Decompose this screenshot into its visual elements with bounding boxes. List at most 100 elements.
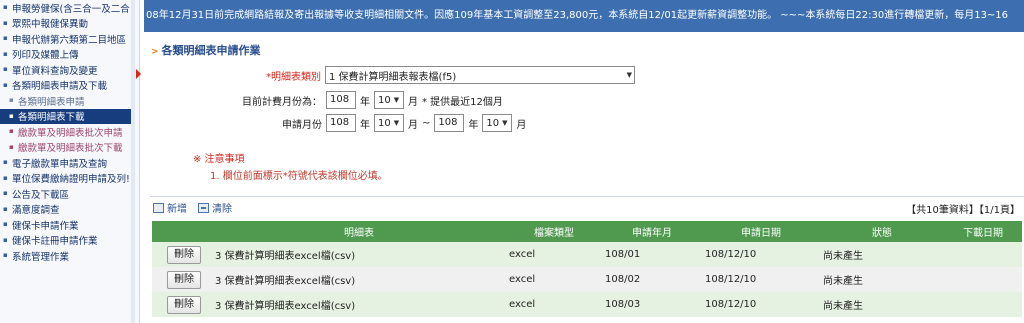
table-cell-status: 尚未產生 xyxy=(820,242,944,267)
sidebar-item-agency-report[interactable]: ▪ 申報代辦第六類第二目地區 xyxy=(0,31,139,47)
to-month-select[interactable]: 10 ▼ xyxy=(482,114,513,132)
range-tilde: ~ xyxy=(422,117,431,129)
sidebar-item-report-apply[interactable]: ▪ 各類明細表申請 xyxy=(0,93,139,109)
bullet-icon: ▪ xyxy=(9,142,14,151)
table-cell-file-type: excel xyxy=(506,292,602,317)
apply-month-row: 申請月份 108 年 10 ▼ 月 ~ 108 年 10 ▼ 月 xyxy=(232,114,526,132)
column-header-file-type: 檔案類型 xyxy=(506,221,602,242)
bullet-icon: ▪ xyxy=(3,158,8,167)
bullet-icon: ▪ xyxy=(3,34,8,43)
table-header-row: 明細表 檔案類型 申請年月 申請日期 狀態 下載日期 xyxy=(152,221,1022,242)
table-cell-action: 刪除 xyxy=(152,267,212,292)
sidebar-item-label: 系統管理作業 xyxy=(12,251,70,263)
report-type-label-text: 明細表類別 xyxy=(271,71,321,83)
add-icon xyxy=(153,202,164,213)
table-cell-apply-month: 108/03 xyxy=(602,292,702,317)
current-month-value: 10 xyxy=(378,94,391,106)
chevron-right-icon: > xyxy=(151,47,159,57)
bullet-icon: ▪ xyxy=(3,189,8,198)
clear-button[interactable]: 清除 xyxy=(198,200,232,215)
table-cell-action: 刪除 xyxy=(152,242,212,267)
bullet-icon: ▪ xyxy=(3,220,8,229)
bullet-icon: ▪ xyxy=(3,18,8,27)
delete-button[interactable]: 刪除 xyxy=(167,245,201,264)
table-cell-download-date xyxy=(944,292,1022,317)
bullet-icon: ▪ xyxy=(9,111,14,120)
column-header-status: 狀態 xyxy=(820,221,944,242)
year-unit: 年 xyxy=(360,96,370,108)
table-cell-status: 尚未產生 xyxy=(820,292,944,317)
sidebar-item-label: 單位保費繳納證明申請及列! xyxy=(12,174,130,186)
sidebar-item-e-bill[interactable]: ▪ 電子繳款單申請及查詢 xyxy=(0,155,139,171)
column-header-action xyxy=(152,221,212,242)
sidebar-item-label: 繳款單及明細表批次下載 xyxy=(18,143,123,155)
sidebar-item-label: 各類明細表下載 xyxy=(18,112,85,124)
pager-info: 【共10筆資料】【1/1頁】 xyxy=(906,205,1020,216)
bullet-icon: ▪ xyxy=(3,80,8,89)
delete-button[interactable]: 刪除 xyxy=(167,270,201,289)
clear-button-label: 清除 xyxy=(212,204,232,215)
sidebar-item-label: 各類明細表申請及下載 xyxy=(12,81,108,93)
bullet-icon: ▪ xyxy=(9,127,14,136)
table-cell-apply-date: 108/12/10 xyxy=(702,292,820,317)
sidebar-item-label: 單位資料查詢及變更 xyxy=(12,65,98,77)
to-month-value: 10 xyxy=(486,117,500,129)
toolbar: 新增 清除 【共10筆資料】【1/1頁】 xyxy=(150,196,1024,218)
report-type-label: *明細表類別 xyxy=(255,68,321,83)
bullet-icon: ▪ xyxy=(3,235,8,244)
table-cell-apply-date: 108/12/10 xyxy=(702,267,820,292)
from-month-select[interactable]: 10 ▼ xyxy=(374,114,404,132)
sidebar-item-batch-apply[interactable]: ▪ 繳款單及明細表批次申請 xyxy=(0,124,139,140)
sidebar-item-card-register[interactable]: ▪ 健保卡註冊申請作業 xyxy=(0,233,139,249)
notes-title: ※ 注意事項 xyxy=(193,154,245,165)
table-cell-report: 3 保費計算明細表excel檔(csv) xyxy=(212,292,506,317)
sidebar-item-batch-download[interactable]: ▪ 繳款單及明細表批次下載 xyxy=(0,140,139,156)
chevron-down-icon: ▼ xyxy=(393,119,400,127)
sidebar-item-label: 健保卡註冊申請作業 xyxy=(12,236,98,248)
delete-button[interactable]: 刪除 xyxy=(167,295,201,314)
year-unit: 年 xyxy=(468,119,479,131)
sidebar-item-label: 各類明細表申請 xyxy=(18,96,85,108)
sidebar-item-label: 電子繳款單申請及查詢 xyxy=(12,158,108,170)
table-cell-file-type: excel xyxy=(506,242,602,267)
sidebar-item-reports[interactable]: ▪ 各類明細表申請及下載 xyxy=(0,78,139,94)
sidebar-scrollbar[interactable] xyxy=(131,0,135,323)
report-type-select[interactable]: 1 保費計算明細表報表檔(f5) ▼ xyxy=(325,66,635,84)
sidebar-item-label: 申報勞健保(含三合一及二合 xyxy=(12,3,130,15)
sidebar-item-announcements[interactable]: ▪ 公告及下載區 xyxy=(0,186,139,202)
sidebar-item-survey[interactable]: ▪ 滿意度調查 xyxy=(0,202,139,218)
column-header-download-date: 下載日期 xyxy=(944,221,1022,242)
apply-month-label: 申請月份 xyxy=(282,119,322,131)
current-month-label: 目前計費月份為： xyxy=(242,96,322,108)
table-cell-status: 尚未產生 xyxy=(820,267,944,292)
bullet-icon: ▪ xyxy=(3,3,8,12)
sidebar-item-payment-proof[interactable]: ▪ 單位保費繳納證明申請及列! xyxy=(0,171,139,187)
table-cell-apply-date: 108/12/10 xyxy=(702,242,820,267)
sidebar-item-system-admin[interactable]: ▪ 系統管理作業 xyxy=(0,248,139,264)
from-year-input[interactable]: 108 xyxy=(326,114,356,132)
sidebar-item-insurance-change[interactable]: ▪ 眾熙中報健保異動 xyxy=(0,16,139,32)
sidebar-item-card-apply[interactable]: ▪ 健保卡申請作業 xyxy=(0,217,139,233)
table-cell-file-type: excel xyxy=(506,267,602,292)
chevron-down-icon: ▼ xyxy=(393,96,400,104)
report-type-row: *明細表類別 1 保費計算明細表報表檔(f5) ▼ xyxy=(255,66,635,84)
sidebar-collapse-arrow-icon[interactable] xyxy=(136,69,141,79)
add-button[interactable]: 新增 xyxy=(153,200,187,215)
month-unit: 月 xyxy=(408,119,418,131)
year-unit: 年 xyxy=(360,119,370,131)
chevron-down-icon: ▼ xyxy=(626,71,632,79)
page-title: > 各類明細表申請作業 xyxy=(151,42,261,58)
table-cell-apply-month: 108/02 xyxy=(602,267,702,292)
sidebar-item-report-download[interactable]: ▪ 各類明細表下載 xyxy=(0,108,133,124)
sidebar-item-apply-insurance[interactable]: ▪ 申報勞健保(含三合一及二合 xyxy=(0,0,139,16)
column-header-report: 明細表 xyxy=(212,221,506,242)
bullet-icon: ▪ xyxy=(3,49,8,58)
sidebar-item-label: 健保卡申請作業 xyxy=(12,220,79,232)
add-button-label: 新增 xyxy=(167,204,187,215)
sidebar-item-print-upload[interactable]: ▪ 列印及媒體上傳 xyxy=(0,47,139,63)
to-year-input[interactable]: 108 xyxy=(434,114,465,132)
table-cell-download-date xyxy=(944,267,1022,292)
current-year-field: 108 xyxy=(326,91,356,109)
sidebar-item-unit-data[interactable]: ▪ 單位資料查詢及變更 xyxy=(0,62,139,78)
current-month-row: 目前計費月份為： 108 年 10 ▼ 月 * 提供最近12個月 xyxy=(232,91,503,109)
